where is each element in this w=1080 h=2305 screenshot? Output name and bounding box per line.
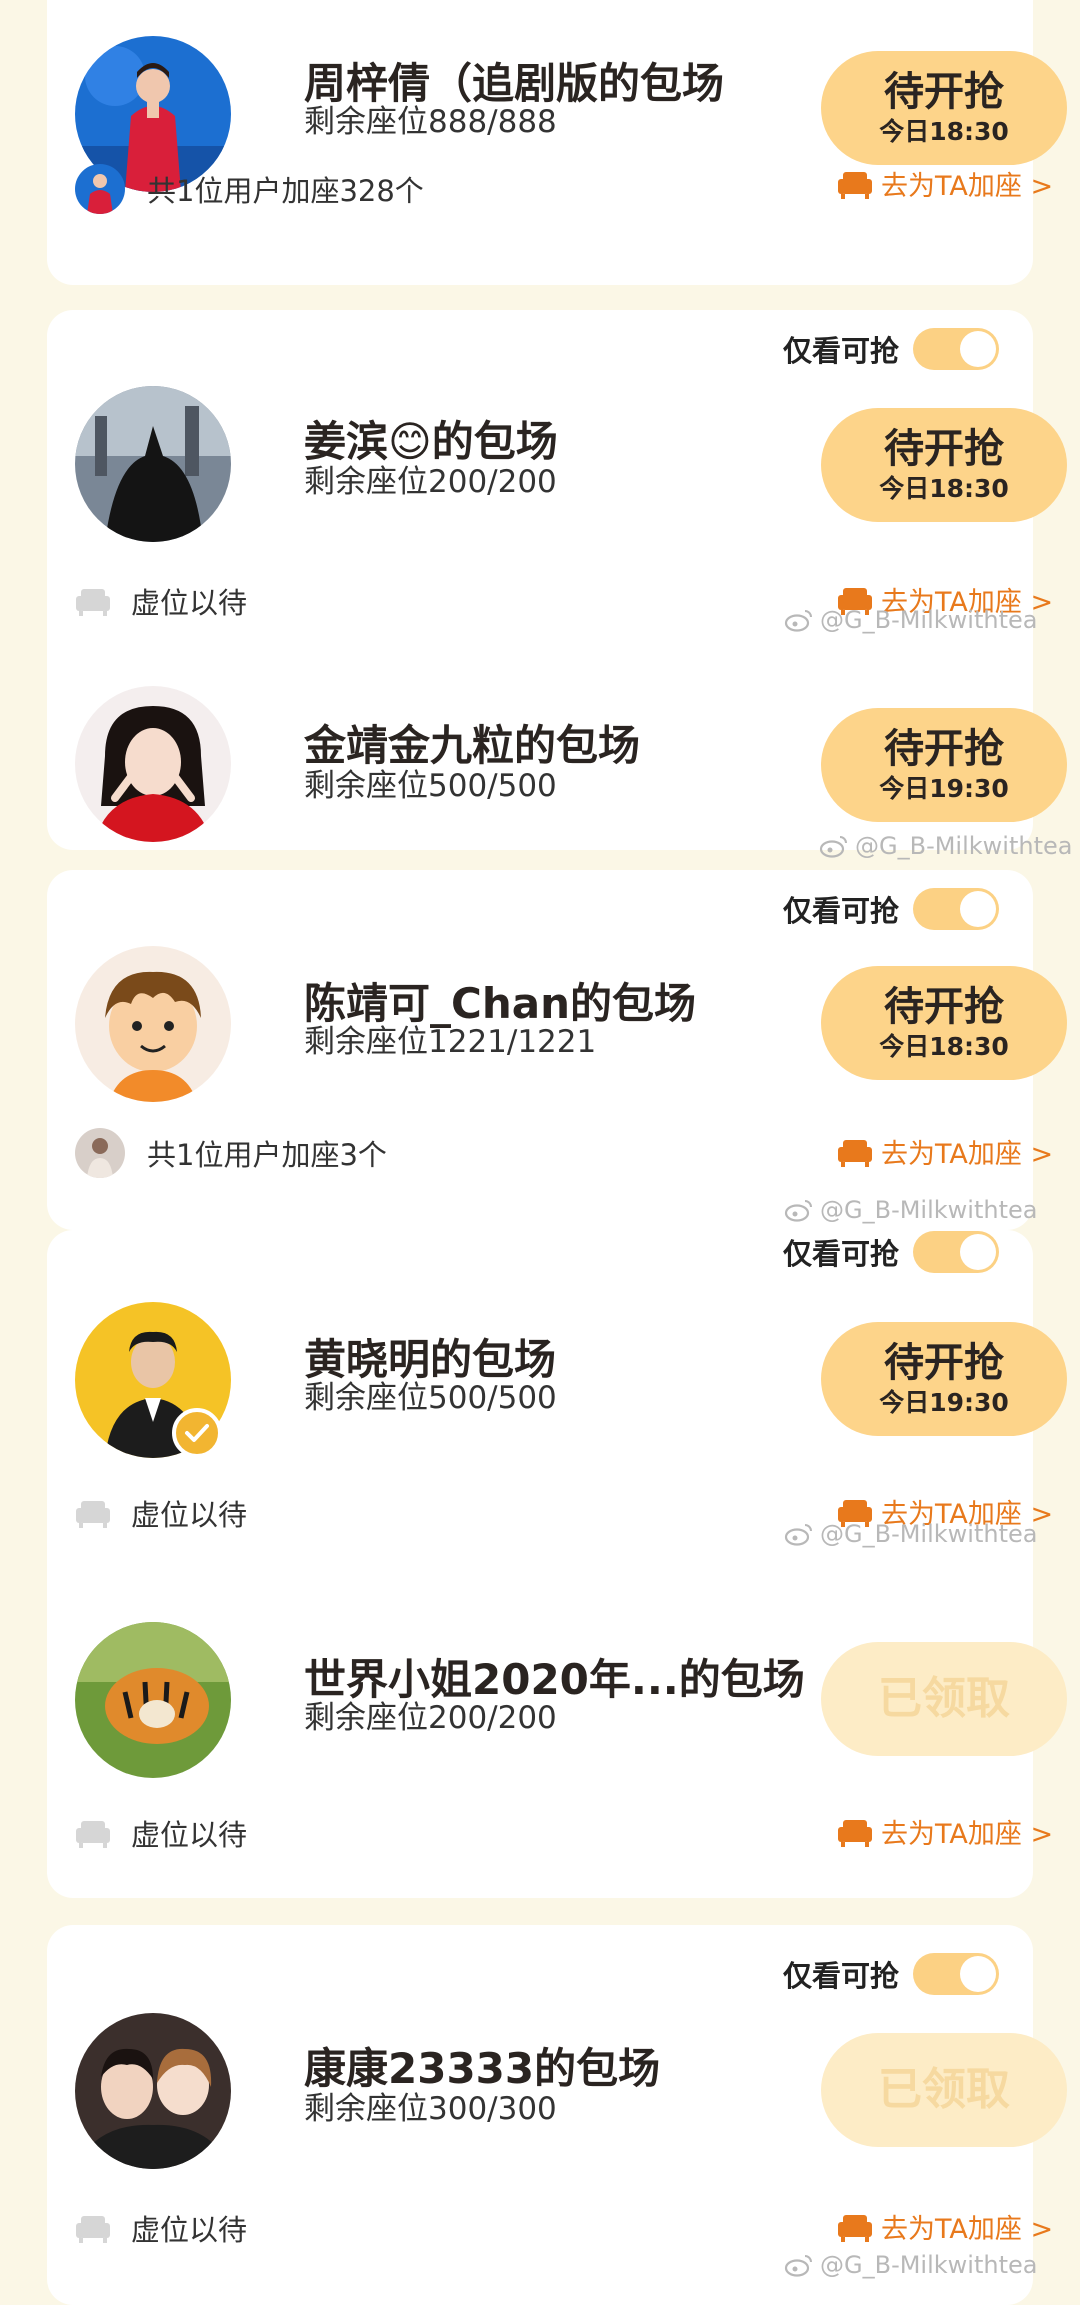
seat-icon	[75, 2211, 111, 2245]
watermark: @G_B-Milkwithtea	[784, 1196, 1037, 1224]
watermark-text: @G_B-Milkwithtea	[820, 606, 1038, 634]
toggle-label: 仅看可抢	[783, 334, 900, 368]
seats-remaining: 剩余座位500/500	[304, 1380, 557, 1416]
avatar[interactable]	[75, 2013, 231, 2169]
weibo-icon	[784, 2253, 814, 2277]
add-seat-label: 去为TA加座 >	[881, 1139, 1054, 1170]
grab-time: 今日18:30	[879, 474, 1009, 503]
only-available-toggle[interactable]	[913, 328, 1000, 370]
weibo-icon	[819, 834, 849, 858]
sofa-icon	[837, 168, 873, 200]
add-seat-link[interactable]: 去为TA加座 >	[837, 164, 1053, 203]
filter-toggle-row: 仅看可抢	[783, 888, 1000, 930]
user-avatar-small[interactable]	[75, 1128, 125, 1178]
event-card: 周梓倩（追剧版的包场 剩余座位888/888 待开抢 今日18:30 共1位用户…	[47, 0, 1067, 285]
add-seat-label: 去为TA加座 >	[881, 1819, 1054, 1850]
seat-icon	[75, 584, 111, 618]
event-card: 仅看可抢 姜滨😊的包场 剩余座位200/200 待开抢 今日18:30 虚位以待…	[47, 310, 1072, 860]
filter-toggle-row: 仅看可抢	[783, 1953, 1000, 1995]
add-seat-link[interactable]: 去为TA加座 >	[837, 2207, 1053, 2246]
verified-badge-icon	[172, 1408, 222, 1458]
toggle-label: 仅看可抢	[783, 1237, 900, 1271]
grab-button[interactable]: 待开抢 今日19:30	[821, 1322, 1067, 1436]
grab-button-label: 已领取	[878, 1673, 1010, 1724]
grab-time: 今日19:30	[879, 774, 1009, 803]
empty-seat-info: 虚位以待	[75, 1492, 247, 1534]
watermark-text: @G_B-Milkwithtea	[855, 832, 1073, 860]
empty-seat-text: 虚位以待	[131, 1818, 248, 1852]
grab-time: 今日18:30	[879, 117, 1009, 146]
add-seat-label: 去为TA加座 >	[881, 2214, 1054, 2245]
grab-button-label: 待开抢	[884, 726, 1004, 772]
filter-toggle-row: 仅看可抢	[783, 328, 1000, 370]
seats-remaining: 剩余座位500/500	[304, 768, 557, 804]
weibo-icon	[784, 1522, 814, 1546]
watermark: @G_B-Milkwithtea	[784, 2251, 1037, 2279]
grab-button[interactable]: 待开抢 今日18:30	[821, 51, 1067, 165]
grab-button[interactable]: 待开抢 今日18:30	[821, 966, 1067, 1080]
empty-seat-text: 虚位以待	[131, 2213, 248, 2247]
weibo-icon	[784, 1198, 814, 1222]
added-seats-text: 共1位用户加座328个	[147, 174, 424, 208]
seats-remaining: 剩余座位888/888	[304, 104, 557, 140]
seats-remaining: 剩余座位200/200	[304, 464, 557, 500]
grab-button-label: 已领取	[878, 2064, 1010, 2115]
grab-button[interactable]: 待开抢 今日19:30	[821, 708, 1067, 822]
avatar[interactable]	[75, 686, 231, 842]
add-seat-link[interactable]: 去为TA加座 >	[837, 1812, 1053, 1851]
watermark: @G_B-Milkwithtea	[784, 606, 1037, 634]
added-seats-info: 共1位用户加座3个	[75, 1128, 387, 1178]
seats-remaining: 剩余座位200/200	[304, 1700, 557, 1736]
grab-button-label: 待开抢	[884, 426, 1004, 472]
added-seats-info: 共1位用户加座328个	[75, 164, 424, 214]
claimed-button[interactable]: 已领取	[821, 1642, 1067, 1756]
added-seats-text: 共1位用户加座3个	[147, 1138, 387, 1172]
weibo-icon	[784, 608, 814, 632]
toggle-label: 仅看可抢	[783, 1959, 900, 1993]
empty-seat-text: 虚位以待	[131, 586, 248, 620]
only-available-toggle[interactable]	[913, 1231, 1000, 1273]
avatar[interactable]	[75, 386, 231, 542]
add-seat-label: 去为TA加座 >	[881, 171, 1054, 202]
event-card: 仅看可抢 康康23333的包场 剩余座位300/300 已领取 虚位以待 去为T…	[47, 1925, 1067, 2305]
grab-button[interactable]: 待开抢 今日18:30	[821, 408, 1067, 522]
grab-button-label: 待开抢	[884, 1340, 1004, 1386]
avatar[interactable]	[75, 946, 231, 1102]
empty-seat-text: 虚位以待	[131, 1498, 248, 1532]
event-card: 仅看可抢 陈靖可_Chan的包场 剩余座位1221/1221 待开抢 今日18:…	[47, 870, 1067, 1230]
watermark: @G_B-Milkwithtea	[819, 832, 1072, 860]
seat-icon	[75, 1496, 111, 1530]
seats-remaining: 剩余座位300/300	[304, 2091, 557, 2127]
seats-remaining: 剩余座位1221/1221	[304, 1024, 597, 1060]
watermark-text: @G_B-Milkwithtea	[820, 1196, 1038, 1224]
grab-button-label: 待开抢	[884, 69, 1004, 115]
seat-icon	[75, 1816, 111, 1850]
only-available-toggle[interactable]	[913, 1953, 1000, 1995]
claimed-button[interactable]: 已领取	[821, 2033, 1067, 2147]
filter-toggle-row: 仅看可抢	[783, 1231, 1000, 1273]
event-card: 仅看可抢 黄晓明的包场 剩余座位500/500 待开抢 今日19:30 虚位以待…	[47, 1230, 1067, 1898]
user-avatar-small[interactable]	[75, 164, 125, 214]
empty-seat-info: 虚位以待	[75, 2207, 247, 2249]
toggle-label: 仅看可抢	[783, 894, 900, 928]
grab-button-label: 待开抢	[884, 984, 1004, 1030]
empty-seat-info: 虚位以待	[75, 1812, 247, 1854]
only-available-toggle[interactable]	[913, 888, 1000, 930]
watermark-text: @G_B-Milkwithtea	[820, 1520, 1038, 1548]
watermark: @G_B-Milkwithtea	[784, 1520, 1037, 1548]
avatar[interactable]	[75, 1622, 231, 1778]
grab-time: 今日19:30	[879, 1388, 1009, 1417]
empty-seat-info: 虚位以待	[75, 580, 247, 622]
grab-time: 今日18:30	[879, 1032, 1009, 1061]
sofa-icon	[837, 1136, 873, 1168]
sofa-icon	[837, 1816, 873, 1848]
add-seat-link[interactable]: 去为TA加座 >	[837, 1132, 1053, 1171]
watermark-text: @G_B-Milkwithtea	[820, 2251, 1038, 2279]
sofa-icon	[837, 2211, 873, 2243]
